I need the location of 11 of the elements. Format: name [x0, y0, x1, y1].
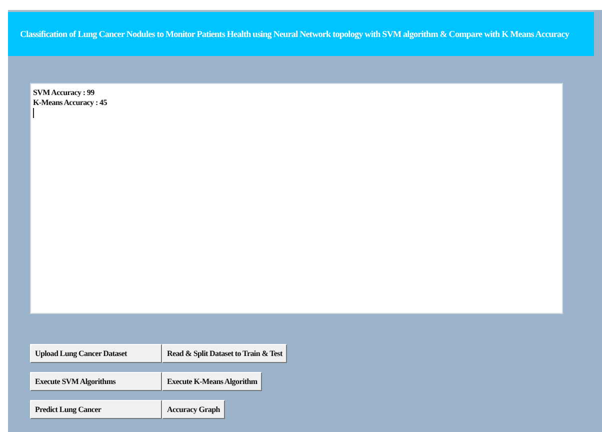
- output-line: K-Means Accuracy : 45: [33, 98, 108, 108]
- action-button[interactable]: Accuracy Graph: [162, 400, 225, 419]
- action-button[interactable]: Predict Lung Cancer: [30, 400, 162, 419]
- output-line: SVM Accuracy : 99: [33, 88, 96, 98]
- output-text-area[interactable]: SVM Accuracy : 99 K-Means Accuracy : 45: [30, 83, 563, 314]
- app-title: Classification of Lung Cancer Nodules to Monitor Patients Health using Neural Network topology with SVM algorithm & Compare with K Means Accuracy: [20, 29, 569, 39]
- action-button[interactable]: Upload Lung Cancer Dataset: [30, 344, 162, 363]
- action-button[interactable]: Read & Split Dataset to Train & Test: [162, 344, 288, 363]
- action-button[interactable]: Execute K-Means Algorithm: [162, 372, 262, 391]
- action-button[interactable]: Execute SVM Algorithms: [30, 372, 162, 391]
- text-cursor: [33, 108, 34, 118]
